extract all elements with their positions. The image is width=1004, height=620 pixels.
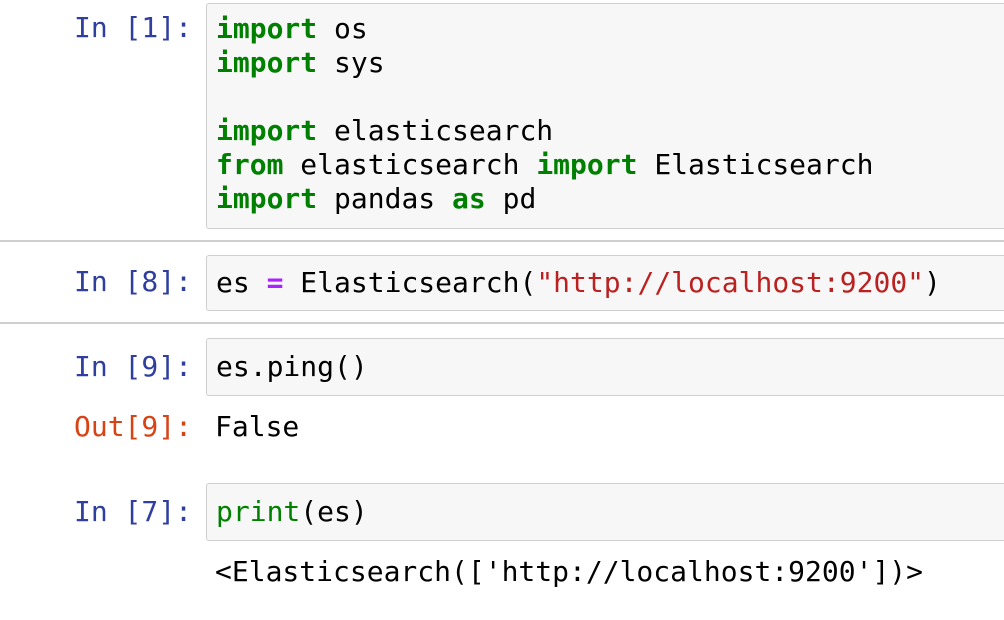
cell-output: False	[215, 410, 300, 443]
code-line: import elasticsearch	[216, 114, 554, 147]
code-line: import sys	[216, 46, 385, 79]
input-prompt: In [1]:	[73, 11, 192, 44]
stdout-output: <Elasticsearch(['http://localhost:9200']…	[215, 555, 924, 588]
code-editor[interactable]: print(es)	[206, 483, 1004, 541]
code-line: print(es)	[216, 495, 368, 528]
code-line: es.ping()	[216, 350, 368, 383]
cell-separator	[0, 240, 1004, 242]
input-prompt: In [8]:	[73, 265, 192, 298]
input-prompt: In [7]:	[73, 495, 192, 528]
code-editor[interactable]: es = Elasticsearch("http://localhost:920…	[206, 255, 1004, 311]
code-editor[interactable]: import os import sys import elasticsearc…	[206, 3, 1004, 229]
code-editor[interactable]: es.ping()	[206, 338, 1004, 396]
code-line: import pandas as pd	[216, 182, 537, 215]
code-line: from elasticsearch import Elasticsearch	[216, 148, 874, 181]
code-line: import os	[216, 12, 368, 45]
code-line: es = Elasticsearch("http://localhost:920…	[216, 266, 941, 299]
cell-separator	[0, 322, 1004, 324]
output-prompt: Out[9]:	[73, 410, 192, 443]
input-prompt: In [9]:	[73, 350, 192, 383]
